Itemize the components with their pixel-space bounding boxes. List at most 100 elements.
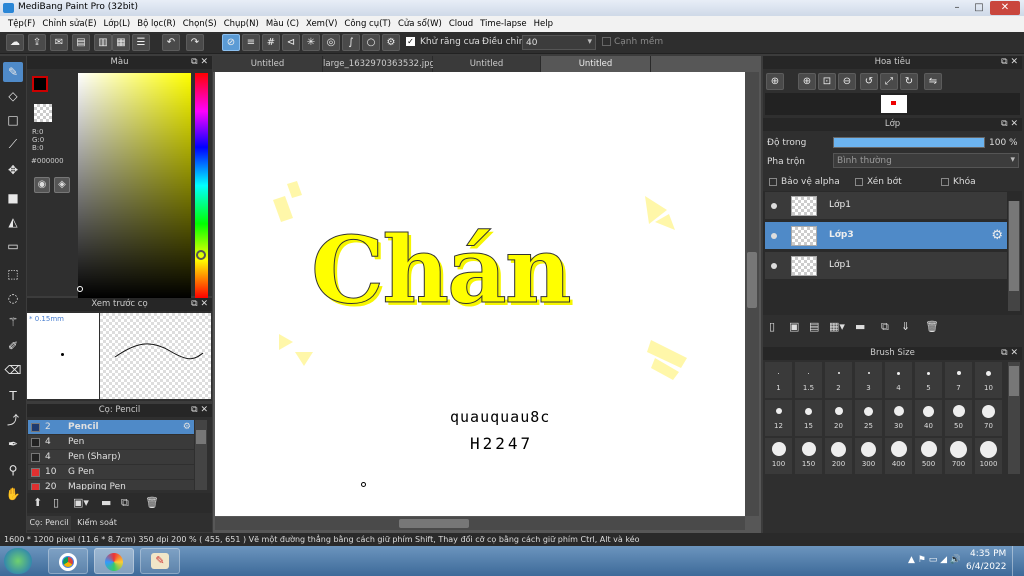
opacity-slider[interactable]: [833, 137, 985, 148]
eye-icon[interactable]: [771, 263, 777, 269]
new-layer-icon[interactable]: ▯: [769, 320, 775, 333]
grid-snap-icon[interactable]: #: [262, 34, 280, 51]
list-icon[interactable]: ☰: [132, 34, 150, 51]
rectangle-tool-icon[interactable]: □: [3, 110, 23, 130]
show-desktop-button[interactable]: [1012, 546, 1024, 576]
vertical-scrollbar[interactable]: [745, 72, 759, 516]
menu-color[interactable]: Màu (C): [264, 16, 304, 32]
gear-icon[interactable]: ⚙: [991, 228, 1003, 243]
edge-checkbox[interactable]: [602, 37, 611, 46]
brush-item-pen[interactable]: 4 Pen: [28, 435, 194, 449]
panel-controls-icon[interactable]: ⧉ ✕: [191, 404, 208, 416]
hue-handle[interactable]: [196, 250, 206, 260]
antialias-checkbox[interactable]: ✓: [406, 37, 415, 46]
menu-select[interactable]: Chọn(S): [181, 16, 222, 32]
protect-alpha-option[interactable]: Bảo vệ alpha: [769, 177, 840, 187]
brush-size-option[interactable]: 40: [915, 400, 942, 436]
share-icon[interactable]: ⇪: [28, 34, 46, 51]
hand-tool-icon[interactable]: ✋: [3, 484, 23, 504]
eyedropper-icon[interactable]: ⚲: [3, 460, 23, 480]
zoom-in-icon[interactable]: ⊕: [766, 73, 784, 90]
bucket-tool-icon[interactable]: ◭: [3, 212, 23, 232]
rotate-left-icon[interactable]: ↺: [860, 73, 878, 90]
folder-icon[interactable]: ▬: [855, 320, 865, 333]
trash-icon[interactable]: 🗑: [925, 320, 939, 333]
brush-list-scrollbar[interactable]: [195, 420, 207, 490]
rotate-right-icon[interactable]: ↻: [900, 73, 918, 90]
panel-controls-icon[interactable]: ⧉ ✕: [1001, 347, 1018, 359]
maximize-button[interactable]: □: [968, 1, 990, 15]
brush-size-option[interactable]: 500: [915, 438, 942, 474]
new-1bit-layer-icon[interactable]: ▤: [809, 320, 819, 333]
folder-icon[interactable]: ▬: [101, 496, 111, 509]
menu-timelapse[interactable]: Time-lapse: [478, 16, 532, 32]
add-brush-icon[interactable]: ⬆: [33, 496, 42, 509]
start-button[interactable]: [4, 548, 32, 574]
undo-icon[interactable]: ↶: [162, 34, 180, 51]
brush-size-option[interactable]: 4: [885, 362, 912, 398]
brush-menu-icon[interactable]: ▣▾: [73, 496, 89, 509]
brush-size-option[interactable]: 20: [825, 400, 852, 436]
foreground-color-swatch[interactable]: [32, 76, 48, 92]
saturation-value-picker[interactable]: [78, 73, 191, 298]
fill-shape-icon[interactable]: ■: [3, 188, 23, 208]
select-pen-icon[interactable]: ✐: [3, 336, 23, 356]
zoom-out-icon[interactable]: ⊖: [838, 73, 856, 90]
drawing-canvas[interactable]: Chán quauquau8c H2247: [215, 72, 745, 516]
tray-icons[interactable]: ▲ ⚑ ▭ ◢ 🔊: [908, 555, 961, 565]
brush-size-option[interactable]: 300: [855, 438, 882, 474]
layer-item-selected[interactable]: Lớp3 ⚙: [765, 222, 1007, 250]
tab-untitled-active[interactable]: Untitled: [541, 56, 651, 72]
brush-size-option[interactable]: 30: [885, 400, 912, 436]
copy-icon[interactable]: ⧉: [121, 496, 129, 510]
brush-size-option[interactable]: 7: [945, 362, 972, 398]
fit-icon[interactable]: ⊡: [818, 73, 836, 90]
layer-item[interactable]: Lớp1: [765, 192, 1007, 220]
tab-untitled-1[interactable]: Untitled: [213, 56, 323, 72]
navigator-preview[interactable]: [765, 93, 1020, 115]
new-halftone-layer-icon[interactable]: ▣: [789, 320, 799, 333]
panel-controls-icon[interactable]: ⧉ ✕: [191, 56, 208, 68]
fullscreen-icon[interactable]: ⤢: [880, 73, 898, 90]
zoom-in-alt-icon[interactable]: ⊕: [798, 73, 816, 90]
settings-icon[interactable]: ⚙: [382, 34, 400, 51]
palette-icon[interactable]: ◉: [34, 177, 50, 193]
line-tool-icon[interactable]: ⟋: [3, 134, 23, 154]
brush-size-option[interactable]: 5: [915, 362, 942, 398]
flip-icon[interactable]: ⇋: [924, 73, 942, 90]
brush-size-option[interactable]: 3: [855, 362, 882, 398]
menu-view[interactable]: Xem(V): [304, 16, 342, 32]
lock-option[interactable]: Khóa: [941, 177, 976, 187]
hue-slider[interactable]: [195, 73, 208, 298]
menu-tools[interactable]: Công cụ(T): [342, 16, 396, 32]
duplicate-layer-icon[interactable]: ⧉: [881, 320, 889, 334]
tab-brush-control[interactable]: Kiểm soát cọ: [72, 516, 122, 541]
blend-mode-dropdown[interactable]: Bình thường ▾: [833, 153, 1019, 168]
curve-snap-icon[interactable]: ∫: [342, 34, 360, 51]
panel-controls-icon[interactable]: ⧉ ✕: [1001, 56, 1018, 68]
select-eraser-icon[interactable]: ⌫: [3, 360, 23, 380]
page-icon[interactable]: ▥: [94, 34, 112, 51]
menu-file[interactable]: Tệp(F): [6, 16, 40, 32]
adjust-dropdown[interactable]: 40 ▾: [522, 35, 596, 50]
brush-size-option[interactable]: 50: [945, 400, 972, 436]
radial-snap-icon[interactable]: ⊲: [282, 34, 300, 51]
brush-size-option[interactable]: 12: [765, 400, 792, 436]
panel-controls-icon[interactable]: ⧉ ✕: [191, 298, 208, 310]
paint-taskbar-icon[interactable]: ✎: [140, 548, 180, 574]
brush-item-pencil[interactable]: 2 Pencil ⚙: [28, 420, 194, 434]
brush-size-scrollbar[interactable]: [1008, 362, 1020, 474]
brush-size-option[interactable]: 200: [825, 438, 852, 474]
menu-window[interactable]: Cửa sổ(W): [396, 16, 447, 32]
menu-snap[interactable]: Chụp(N): [222, 16, 264, 32]
eraser-tool-icon[interactable]: ◇: [3, 86, 23, 106]
layer-item[interactable]: Lớp1: [765, 252, 1007, 280]
eye-icon[interactable]: [771, 203, 777, 209]
brush-item-pen-sharp[interactable]: 4 Pen (Sharp): [28, 450, 194, 464]
gradient-tool-icon[interactable]: ▭: [3, 236, 23, 256]
circle-snap-icon[interactable]: ○: [362, 34, 380, 51]
color-picker-handle[interactable]: [77, 286, 83, 292]
snap-off-icon[interactable]: ⊘: [222, 34, 240, 51]
concentric-icon[interactable]: ◎: [322, 34, 340, 51]
merge-layer-icon[interactable]: ⇓: [901, 320, 910, 333]
